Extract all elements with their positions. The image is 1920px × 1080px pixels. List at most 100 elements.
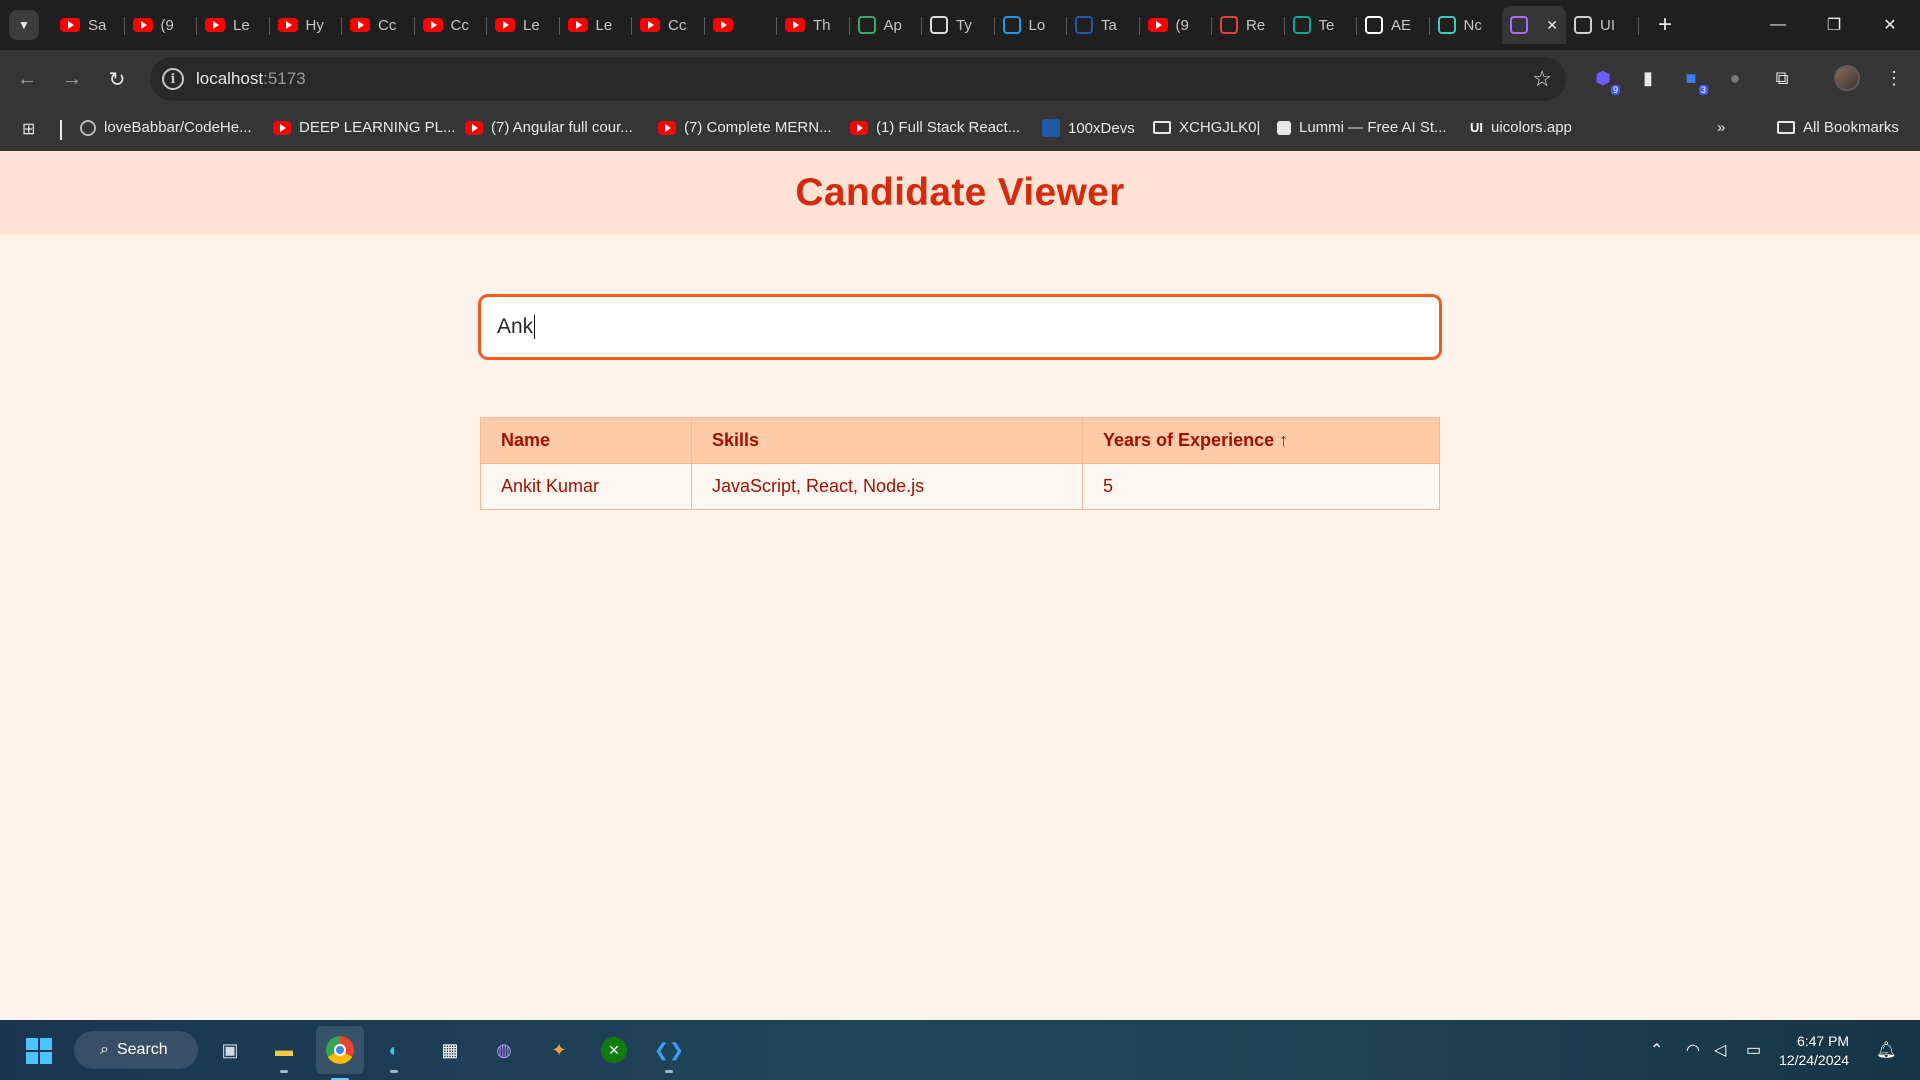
extension-3-icon[interactable]: ■ 3: [1677, 64, 1708, 95]
browser-tab[interactable]: Le: [197, 6, 270, 44]
all-bookmarks-button[interactable]: All Bookmarks: [1777, 119, 1899, 136]
app-icon-purple[interactable]: ◍: [488, 1034, 520, 1066]
new-tab-button[interactable]: +: [1650, 10, 1680, 40]
system-clock[interactable]: 6:47 PM 12/24/2024: [1779, 1032, 1849, 1070]
column-header-experience[interactable]: Years of Experience ↑: [1082, 417, 1440, 464]
browser-tab[interactable]: Th: [777, 6, 850, 44]
notification-bell-icon[interactable]: 🔔︎: [1876, 1040, 1896, 1060]
file-explorer-icon[interactable]: ▬: [268, 1034, 300, 1073]
bookmark-item[interactable]: XCHGJLK0|: [1153, 119, 1260, 136]
arrow-left-icon: ←: [17, 67, 37, 90]
extension-1-icon[interactable]: ⬢ 9: [1589, 64, 1620, 95]
profile-avatar[interactable]: [1834, 65, 1860, 91]
table-header-row: Name Skills Years of Experience ↑: [480, 417, 1440, 464]
browser-tab[interactable]: Cc: [632, 6, 705, 44]
browser-tab[interactable]: Te: [1285, 6, 1358, 44]
browser-tab[interactable]: Nc: [1430, 6, 1503, 44]
search-input[interactable]: Ank: [478, 294, 1442, 360]
browser-tab[interactable]: Re: [1212, 6, 1285, 44]
document-icon: [930, 16, 948, 34]
browser-tab[interactable]: ✕: [1502, 6, 1566, 44]
forward-button[interactable]: →: [55, 62, 89, 96]
volume-icon[interactable]: ◁: [1714, 1040, 1726, 1060]
browser-tab[interactable]: Ap: [850, 6, 923, 44]
bookmark-label: (1) Full Stack React...: [876, 119, 1021, 136]
copilot-icon[interactable]: ✦: [543, 1034, 575, 1066]
browser-tab[interactable]: (9: [125, 6, 198, 44]
bookmark-item[interactable]: (7) Complete MERN...: [658, 119, 832, 136]
tray-chevron-up-icon[interactable]: ⌃: [1650, 1040, 1663, 1060]
browser-tab[interactable]: Ta: [1067, 6, 1140, 44]
tab-title: Le: [595, 16, 613, 34]
url-host: localhost: [196, 69, 264, 88]
windows-start-icon[interactable]: [26, 1038, 52, 1064]
tab-title: Nc: [1463, 16, 1482, 34]
taskbar-search-button[interactable]: ⌕ Search: [74, 1031, 198, 1069]
bookmark-item[interactable]: 100xDevs: [1042, 119, 1135, 137]
xbox-icon[interactable]: ✕: [598, 1034, 630, 1066]
browser-tab[interactable]: Le: [560, 6, 633, 44]
bookmark-item[interactable]: loveBabbar/CodeHe...: [80, 119, 252, 136]
extension-4-icon[interactable]: ●: [1721, 64, 1749, 92]
page-content: Candidate Viewer Ank Name Skills Years o…: [0, 151, 1920, 1020]
edge-icon[interactable]: ◐: [378, 1034, 410, 1073]
browser-tab[interactable]: (9: [1140, 6, 1213, 44]
tab-search-button[interactable]: ▼: [9, 10, 39, 40]
tab-title: Ap: [883, 16, 902, 34]
site-info-icon[interactable]: i: [162, 68, 184, 90]
back-button[interactable]: ←: [10, 62, 44, 96]
minimize-button[interactable]: —: [1750, 0, 1806, 50]
tab-title: Te: [1318, 16, 1335, 34]
tab-title: UI: [1600, 16, 1615, 34]
candidate-table: Name Skills Years of Experience ↑ Ankit …: [480, 417, 1440, 510]
bookmark-star-icon[interactable]: ☆: [1532, 66, 1552, 92]
taskbar: ⌕ Search ▣ ▬ ◐ ▦ ◍ ✦ ✕ ❮❯ ⌃ ◠ ◁ ▭ 6:47 P…: [0, 1020, 1920, 1080]
browser-tab[interactable]: Cc: [415, 6, 488, 44]
column-header-name[interactable]: Name: [480, 417, 692, 464]
more-bookmarks-button[interactable]: »: [1717, 119, 1725, 136]
wifi-icon[interactable]: ◠: [1686, 1040, 1700, 1060]
bookmark-item[interactable]: DEEP LEARNING PL...: [273, 119, 455, 136]
youtube-icon: [350, 18, 370, 32]
bookmark-item[interactable]: (1) Full Stack React...: [850, 119, 1020, 136]
browser-tab[interactable]: Cc: [342, 6, 415, 44]
browser-tab[interactable]: Le: [487, 6, 560, 44]
browser-tab[interactable]: Sa: [52, 6, 125, 44]
youtube-icon: [712, 18, 733, 32]
avatar-icon: [1075, 16, 1093, 34]
apps-grid-icon[interactable]: ⊞: [22, 119, 42, 139]
clock-time: 6:47 PM: [1796, 1033, 1850, 1049]
close-tab-icon[interactable]: ✕: [1546, 17, 1558, 34]
tab-title: AE: [1391, 16, 1412, 34]
close-window-button[interactable]: ✕: [1862, 0, 1918, 50]
microsoft-store-icon[interactable]: ▦: [434, 1034, 466, 1066]
task-view-icon[interactable]: ▣: [214, 1034, 246, 1066]
t-logo-icon: [1002, 16, 1021, 34]
page-title: Candidate Viewer: [795, 171, 1125, 214]
browser-tab[interactable]: UI: [1566, 6, 1639, 44]
bookmarks-bar: ⊞ loveBabbar/CodeHe... DEEP LEARNING PL..…: [0, 108, 1920, 151]
url-text[interactable]: localhost:5173: [196, 69, 306, 89]
extensions-puzzle-icon[interactable]: ⧉: [1768, 64, 1796, 92]
bookmark-item[interactable]: UI uicolors.app: [1470, 119, 1572, 136]
extension-2-icon[interactable]: ▮: [1634, 64, 1662, 92]
restore-button[interactable]: ❐: [1806, 0, 1862, 50]
browser-tab[interactable]: Lo: [995, 6, 1068, 44]
youtube-icon: [1147, 18, 1168, 32]
tab-title: Lo: [1028, 16, 1046, 34]
bookmark-item[interactable]: (7) Angular full cour...: [465, 119, 633, 136]
tab-title: Sa: [88, 16, 107, 34]
battery-icon[interactable]: ▭: [1746, 1040, 1761, 1060]
browser-tab[interactable]: [705, 6, 778, 44]
browser-tab[interactable]: Ty: [922, 6, 995, 44]
menu-kebab-icon[interactable]: ⋮: [1880, 64, 1908, 92]
reload-button[interactable]: ↻: [100, 62, 134, 96]
address-bar[interactable]: i localhost:5173 ☆: [150, 57, 1566, 101]
browser-tab[interactable]: Hy: [270, 6, 343, 44]
browser-tab[interactable]: AE: [1357, 6, 1430, 44]
bookmark-item[interactable]: Lummi — Free AI St...: [1277, 119, 1447, 136]
chrome-icon[interactable]: [316, 1026, 364, 1080]
vscode-icon[interactable]: ❮❯: [653, 1034, 685, 1073]
tab-title: Le: [523, 16, 540, 34]
column-header-skills[interactable]: Skills: [691, 417, 1083, 464]
